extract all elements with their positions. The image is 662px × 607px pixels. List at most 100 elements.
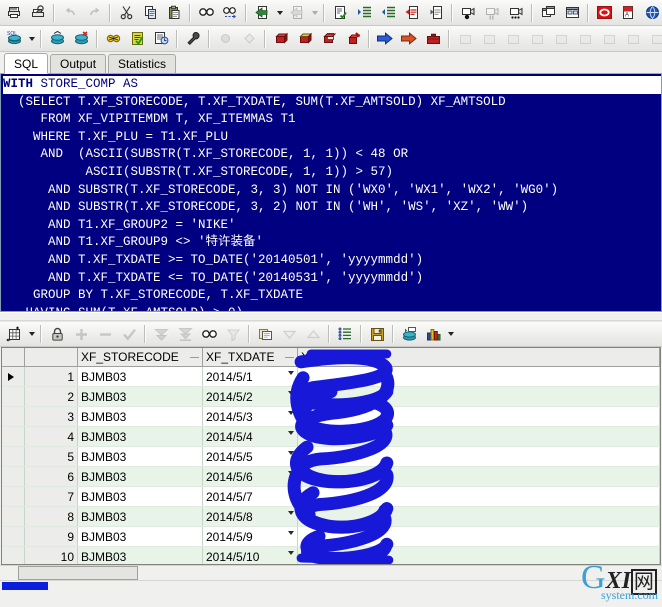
chart-icon[interactable] bbox=[421, 322, 445, 346]
row-marker-cell[interactable] bbox=[2, 466, 25, 487]
cell-txdate[interactable]: 2014/5/6 bbox=[202, 466, 298, 487]
obj-icon-8[interactable] bbox=[621, 27, 645, 51]
table-row[interactable]: 3 BJMB03 2014/5/3 bbox=[2, 406, 660, 427]
step-into-icon[interactable] bbox=[269, 27, 293, 51]
outdent-icon[interactable] bbox=[376, 1, 400, 25]
date-dropdown-icon[interactable] bbox=[288, 471, 294, 475]
cell-storecode[interactable]: BJMB03 bbox=[77, 366, 203, 387]
cell-txdate[interactable]: 2014/5/8 bbox=[202, 506, 298, 527]
step-out-icon[interactable] bbox=[317, 27, 341, 51]
find-in-grid-icon[interactable] bbox=[197, 322, 221, 346]
globe-icon[interactable] bbox=[640, 1, 662, 25]
record-macro-icon[interactable] bbox=[456, 1, 480, 25]
cell-storecode[interactable]: BJMB03 bbox=[77, 546, 203, 564]
lock-icon[interactable] bbox=[45, 322, 69, 346]
grid-horizontal-scrollbar[interactable] bbox=[0, 565, 662, 580]
find-next-icon[interactable] bbox=[218, 1, 242, 25]
cell-txdate[interactable]: 2014/5/10 bbox=[202, 546, 298, 564]
check-syntax-icon[interactable] bbox=[328, 1, 352, 25]
cell-storecode[interactable]: BJMB03 bbox=[77, 406, 203, 427]
date-dropdown-icon[interactable] bbox=[288, 431, 294, 435]
cell-amtsold[interactable] bbox=[297, 486, 660, 507]
session-icon[interactable] bbox=[101, 27, 125, 51]
cell-storecode[interactable]: BJMB03 bbox=[77, 386, 203, 407]
cell-txdate[interactable]: 2014/5/1 bbox=[202, 366, 298, 387]
table-row[interactable]: 7 BJMB03 2014/5/7 bbox=[2, 486, 660, 507]
table-row[interactable]: 8 BJMB03 2014/5/8 bbox=[2, 506, 660, 527]
open-file-icon[interactable] bbox=[250, 1, 274, 25]
table-row[interactable]: 6 BJMB03 2014/5/6 bbox=[2, 466, 660, 487]
sort-ascending-icon[interactable] bbox=[301, 322, 325, 346]
cell-txdate[interactable]: 2014/5/4 bbox=[202, 426, 298, 447]
sql-window-caret-icon[interactable] bbox=[26, 28, 37, 50]
window-tile-icon[interactable] bbox=[560, 1, 584, 25]
date-dropdown-icon[interactable] bbox=[288, 391, 294, 395]
cell-txdate[interactable]: 2014/5/2 bbox=[202, 386, 298, 407]
obj-icon-6[interactable] bbox=[573, 27, 597, 51]
obj-icon-9[interactable] bbox=[645, 27, 662, 51]
cell-storecode[interactable]: BJMB03 bbox=[77, 506, 203, 527]
copy-icon[interactable] bbox=[138, 1, 162, 25]
execute-icon[interactable] bbox=[373, 27, 397, 51]
cell-txdate[interactable]: 2014/5/7 bbox=[202, 486, 298, 507]
grid-layout-icon[interactable] bbox=[2, 322, 26, 346]
cell-storecode[interactable]: BJMB03 bbox=[77, 486, 203, 507]
obj-icon-2[interactable] bbox=[477, 27, 501, 51]
open-file-caret-icon[interactable] bbox=[274, 2, 285, 24]
logoff-icon[interactable] bbox=[69, 27, 93, 51]
test-script-icon[interactable] bbox=[125, 27, 149, 51]
cell-storecode[interactable]: BJMB03 bbox=[77, 526, 203, 547]
chart-caret-icon[interactable] bbox=[445, 323, 456, 345]
window-cascade-icon[interactable] bbox=[536, 1, 560, 25]
column-header-txdate[interactable]: XF_TXDATE bbox=[202, 348, 298, 367]
cell-txdate[interactable]: 2014/5/5 bbox=[202, 446, 298, 467]
row-marker-cell[interactable] bbox=[2, 426, 25, 447]
find-icon[interactable] bbox=[194, 1, 218, 25]
cell-amtsold[interactable] bbox=[297, 446, 660, 467]
pause-macro-icon[interactable] bbox=[480, 1, 504, 25]
cell-amtsold[interactable] bbox=[297, 406, 660, 427]
breakpoint-icon[interactable] bbox=[213, 27, 237, 51]
editor-grid-splitter[interactable] bbox=[0, 312, 662, 321]
add-record-icon[interactable] bbox=[69, 322, 93, 346]
play-macro-icon[interactable] bbox=[504, 1, 528, 25]
date-dropdown-icon[interactable] bbox=[288, 451, 294, 455]
table-row[interactable]: 2 BJMB03 2014/5/2 bbox=[2, 386, 660, 407]
table-row[interactable]: 10 BJMB03 2014/5/10 bbox=[2, 546, 660, 564]
break-icon[interactable] bbox=[421, 27, 445, 51]
date-dropdown-icon[interactable] bbox=[288, 551, 294, 555]
fetch-next-page-icon[interactable] bbox=[149, 322, 173, 346]
save-file-caret-icon[interactable] bbox=[309, 2, 320, 24]
comment-icon[interactable] bbox=[400, 1, 424, 25]
date-dropdown-icon[interactable] bbox=[288, 491, 294, 495]
cell-txdate[interactable]: 2014/5/3 bbox=[202, 406, 298, 427]
cell-amtsold[interactable] bbox=[297, 526, 660, 547]
date-dropdown-icon[interactable] bbox=[288, 531, 294, 535]
single-record-view-icon[interactable] bbox=[333, 322, 357, 346]
column-header-amtsold[interactable]: XF_AMTSOLD bbox=[297, 348, 660, 367]
tab-output[interactable]: Output bbox=[50, 54, 107, 73]
column-resize-grip[interactable] bbox=[285, 357, 294, 358]
run-to-exception-icon[interactable] bbox=[341, 27, 365, 51]
obj-icon-3[interactable] bbox=[501, 27, 525, 51]
result-grid[interactable]: XF_STORECODE XF_TXDATE XF_AMTSOLD 1 BJMB… bbox=[1, 347, 661, 565]
row-marker-cell[interactable] bbox=[2, 546, 25, 564]
table-row[interactable]: 4 BJMB03 2014/5/4 bbox=[2, 426, 660, 447]
date-dropdown-icon[interactable] bbox=[288, 411, 294, 415]
logon-icon[interactable] bbox=[45, 27, 69, 51]
cell-amtsold[interactable] bbox=[297, 546, 660, 564]
delete-record-icon[interactable] bbox=[93, 322, 117, 346]
cell-storecode[interactable]: BJMB03 bbox=[77, 466, 203, 487]
cell-amtsold[interactable] bbox=[297, 366, 660, 387]
tab-statistics[interactable]: Statistics bbox=[108, 54, 177, 73]
save-grid-icon[interactable] bbox=[365, 322, 389, 346]
row-marker-cell[interactable] bbox=[2, 386, 25, 407]
date-dropdown-icon[interactable] bbox=[288, 511, 294, 515]
step-over-icon[interactable] bbox=[293, 27, 317, 51]
sort-descending-icon[interactable] bbox=[277, 322, 301, 346]
cell-amtsold[interactable] bbox=[297, 506, 660, 527]
cell-amtsold[interactable] bbox=[297, 386, 660, 407]
cell-amtsold[interactable] bbox=[297, 466, 660, 487]
grid-layout-caret-icon[interactable] bbox=[26, 323, 37, 345]
explain-plan-icon[interactable] bbox=[149, 27, 173, 51]
